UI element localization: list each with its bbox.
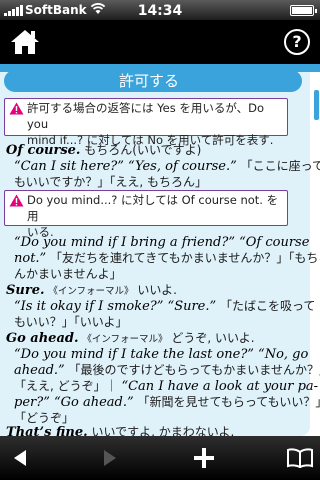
battery-fill	[292, 7, 312, 14]
usage-note: 許可する場合の返答には Yes を用いるが、Do you mind if...?…	[4, 98, 288, 147]
note-line: Do you mind...? に対しては Of course not. を用	[27, 193, 279, 223]
top-toolbar: ?	[0, 20, 320, 64]
bookmarks-button[interactable]	[286, 448, 314, 469]
home-icon	[11, 30, 39, 54]
example-english: “Can I sit here?” “Yes, of course.”	[14, 159, 237, 174]
battery-icon	[290, 5, 317, 16]
warning-icon	[9, 194, 24, 207]
dictionary-content[interactable]: 許可する 許可する場合の返答には Yes を用いるが、Do you mind i…	[0, 64, 320, 436]
example-line: ahead.” 「最後のですけどもらってもかまいませんか？」	[14, 362, 320, 379]
register-label: 《インフォーマル》	[82, 334, 168, 345]
register-label: 《インフォーマル》	[48, 286, 134, 297]
example-line: not.” 「友だちを連れてきてもかまいませんか？」「もちろ	[14, 250, 320, 267]
add-bookmark-button[interactable]	[192, 446, 216, 470]
add-icon	[194, 448, 214, 468]
example-japanese: 「新聞を見せてもらってもいい？」	[137, 395, 320, 409]
headword-gloss: もちろん(いいですよ)	[84, 143, 202, 157]
book-icon	[287, 448, 313, 469]
clock: 14:34	[137, 3, 183, 19]
example-japanese: 「友だちを連れてきてもかまいませんか？」「もちろ	[50, 251, 320, 265]
example-english: “Can I have a look at your pa-	[121, 379, 319, 394]
example-line: んかまいませんよ」	[14, 267, 122, 281]
example-japanese: 「ここに座って	[240, 159, 320, 173]
back-arrow-icon	[14, 450, 26, 466]
example-english: per?” “Go ahead.”	[14, 395, 134, 410]
headword: Go ahead.	[6, 331, 79, 346]
forward-arrow-icon	[104, 450, 116, 466]
warning-icon	[9, 102, 24, 115]
example-line: もいい？」「いいよ」	[14, 315, 128, 329]
back-button[interactable]	[10, 448, 30, 468]
example-line: “Is it okay if I smoke?” “Sure.” 「たばこを吸っ…	[14, 298, 316, 315]
home-button[interactable]	[10, 28, 40, 56]
help-button[interactable]: ?	[284, 29, 310, 55]
example-line: “Do you mind if I bring a friend?” “Of c…	[14, 234, 314, 251]
headword-gloss: いいですよ, かまわないよ.	[91, 425, 235, 436]
entry-headword: That’s fine. いいですよ, かまわないよ.	[6, 424, 306, 436]
headword-gloss: いいよ.	[137, 283, 177, 297]
headword: Sure.	[6, 283, 45, 298]
example-japanese: 「たばこを吸って	[219, 299, 316, 313]
example-english: ahead.”	[14, 363, 65, 378]
example-japanese: 「ええ, どうぞ」｜	[14, 379, 118, 393]
headword: Of course.	[6, 143, 81, 158]
status-bar: SoftBank 14:34	[0, 0, 320, 20]
note-line: 許可する場合の返答には Yes を用いるが、Do you	[27, 101, 265, 131]
example-english: “Do you mind if I bring a friend?” “Of c…	[14, 235, 310, 250]
example-english: “Is it okay if I smoke?” “Sure.”	[14, 299, 217, 314]
example-english: not.”	[14, 251, 47, 266]
example-line: もいいですか？」「ええ, もちろん」	[14, 175, 208, 189]
bottom-toolbar	[0, 436, 320, 480]
entry-headword: Of course. もちろん(いいですよ)	[6, 142, 306, 159]
example-line: per?” “Go ahead.” 「新聞を見せてもらってもいい？」	[14, 394, 320, 411]
example-japanese: 「最後のですけどもらってもかまいませんか？」	[68, 363, 320, 377]
example-english: “Do you mind if I take the last one?” “N…	[14, 347, 309, 362]
example-line: 「ええ, どうぞ」｜ “Can I have a look at your pa…	[14, 378, 318, 395]
headword: That’s fine.	[6, 425, 88, 436]
example-line: “Can I sit here?” “Yes, of course.” 「ここに…	[14, 158, 320, 175]
forward-button[interactable]	[100, 448, 120, 468]
headword-gloss: どうぞ, いいよ.	[171, 331, 255, 345]
section-title: 許可する	[4, 70, 302, 92]
usage-note: Do you mind...? に対しては Of course not. を用 …	[4, 190, 288, 239]
example-line: “Do you mind if I take the last one?” “N…	[14, 346, 314, 363]
